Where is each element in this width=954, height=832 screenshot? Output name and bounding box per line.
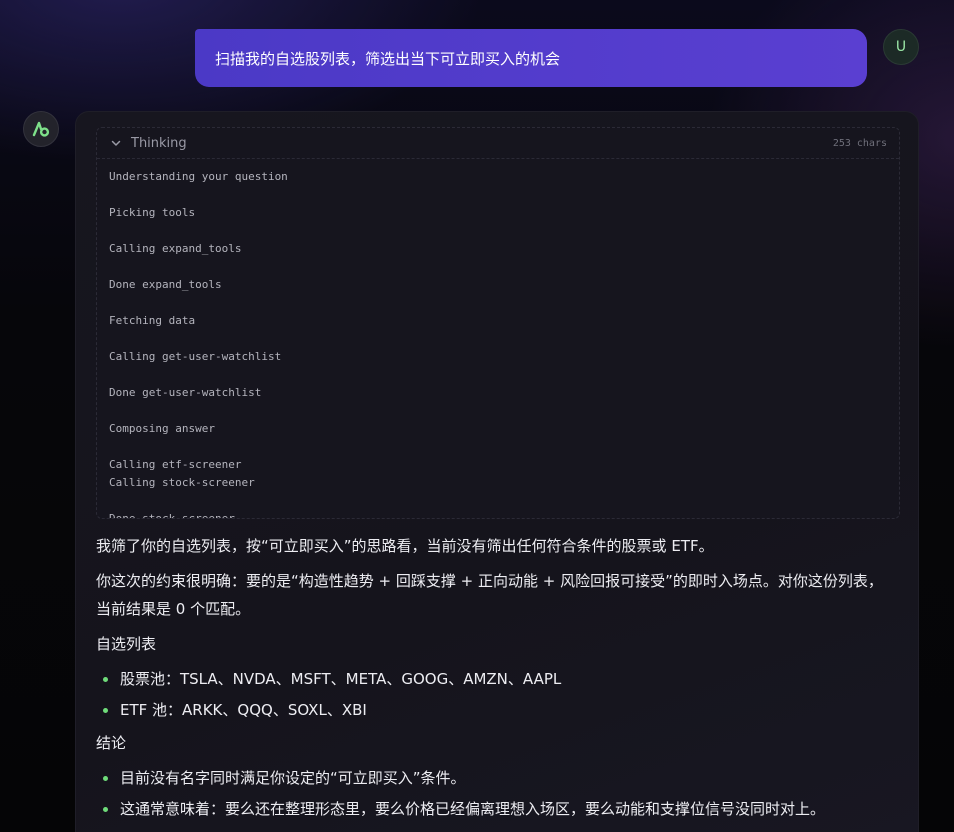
thinking-step: Calling stock-screener [109, 476, 255, 489]
section-heading-watchlist: 自选列表 [96, 635, 157, 653]
thinking-panel: Thinking 253 chars Understanding your qu… [96, 127, 900, 519]
user-avatar[interactable]: U [883, 29, 919, 65]
answer-paragraph: 我筛了你的自选列表，按“可立即买入”的思路看，当前没有筛出任何符合条件的股票或 … [96, 537, 714, 555]
thinking-step: Understanding your question [109, 170, 288, 183]
user-avatar-letter: U [895, 39, 907, 55]
user-message-text: 扫描我的自选股列表，筛选出当下可立即买入的机会 [215, 49, 561, 68]
list-item: ETF 池：ARKK、QQQ、SOXL、XBI [96, 696, 896, 724]
section-heading-conclusion: 结论 [96, 734, 127, 752]
thinking-step: Done expand_tools [109, 278, 222, 291]
list-item: 这通常意味着：要么还在整理形态里，要么价格已经偏离理想入场区，要么动能和支撑位信… [96, 795, 896, 823]
user-message-bubble: 扫描我的自选股列表，筛选出当下可立即买入的机会 [195, 29, 867, 87]
thinking-step: Done stock-screener [109, 512, 235, 519]
thinking-toggle[interactable]: Thinking 253 chars [97, 128, 899, 159]
thinking-log: Understanding your question Picking tool… [97, 159, 899, 519]
thinking-char-count: 253 chars [832, 137, 887, 149]
thinking-step: Calling etf-screener [109, 458, 242, 471]
thinking-step: Picking tools [109, 206, 196, 219]
logo-icon [32, 121, 50, 137]
list-item: 股票池：TSLA、NVDA、MSFT、META、GOOG、AMZN、AAPL [96, 665, 896, 693]
assistant-message-card: Thinking 253 chars Understanding your qu… [75, 111, 919, 832]
thinking-step: Composing answer [109, 422, 215, 435]
watchlist-list: 股票池：TSLA、NVDA、MSFT、META、GOOG、AMZN、AAPL E… [96, 665, 896, 724]
list-item: 目前没有名字同时满足你设定的“可立即买入”条件。 [96, 764, 896, 792]
answer-paragraph: 你这次的约束很明确：要的是“构造性趋势 + 回踩支撑 + 正向动能 + 风险回报… [96, 572, 883, 618]
conclusion-list: 目前没有名字同时满足你设定的“可立即买入”条件。 这通常意味着：要么还在整理形态… [96, 764, 896, 823]
thinking-label: Thinking [131, 135, 187, 151]
thinking-step: Done get-user-watchlist [109, 386, 262, 399]
thinking-step: Calling get-user-watchlist [109, 350, 282, 363]
thinking-step: Fetching data [109, 314, 196, 327]
assistant-avatar [23, 111, 59, 147]
chevron-down-icon [111, 140, 121, 146]
thinking-step: Calling expand_tools [109, 242, 242, 255]
answer-content: 我筛了你的自选列表，按“可立即买入”的思路看，当前没有筛出任何符合条件的股票或 … [96, 532, 896, 828]
